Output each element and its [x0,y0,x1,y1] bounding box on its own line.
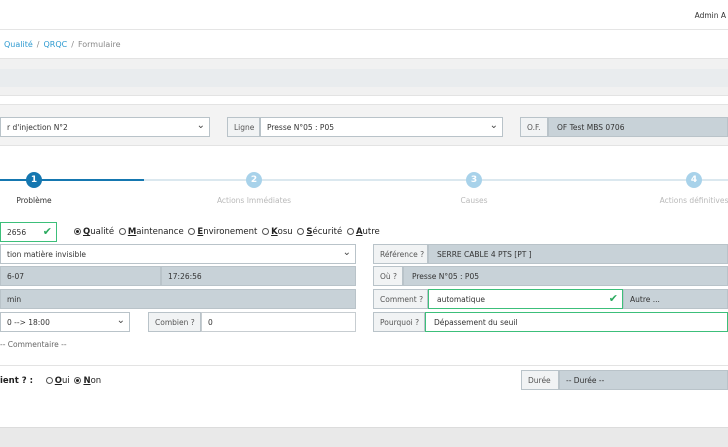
breadcrumb-link-qualite[interactable]: Qualité [4,40,33,49]
comment-select[interactable]: automatique ✔ [428,289,623,309]
duree-label: Durée [521,370,559,390]
step-4-label: Actions définitives [659,196,728,205]
chevron-down-icon: ⌄ [196,120,205,131]
time-field: 17:26:56 [161,266,356,286]
question-row: ient ? : Oui Non [0,376,103,386]
code-field[interactable]: 2656 ✔ [0,222,57,242]
pourquoi-label: Pourquoi ? [373,312,425,332]
radio-dot-icon [74,228,81,235]
check-icon: ✔ [608,292,618,305]
radio-dot-icon [346,228,354,235]
toolbar-band [0,58,728,96]
range-select-value: 0 --> 18:00 [7,318,50,327]
step-2-circle[interactable]: 2 [246,172,262,188]
range-select[interactable]: 0 --> 18:00 ⌄ [0,312,130,332]
ligne-select-value: Presse N°05 : P05 [267,123,335,132]
radio-securite[interactable]: Sécurité [297,227,342,237]
step-1-circle[interactable]: 1 [26,172,42,188]
category-radio-group: Qualité Maintenance Environement Kosu Sé… [74,227,382,237]
combien-input[interactable]: 0 [201,312,356,332]
toolbar-band-inner [0,69,728,87]
divider [0,365,728,366]
radio-dot-icon [74,377,82,384]
breadcrumb: Qualité / QRQC / Formulaire [4,40,121,49]
radio-dot-icon [188,228,196,235]
ligne-select[interactable]: Presse N°05 : P05 ⌄ [260,117,503,137]
machine-select-value: r d'injection N°2 [7,123,68,132]
date-field: 6-07 [0,266,161,286]
of-value: OF Test MBS 0706 [548,117,728,137]
radio-dot-icon [118,228,126,235]
step-3-circle[interactable]: 3 [466,172,482,188]
radio-autre[interactable]: Autre [346,227,380,237]
radio-oui[interactable]: Oui [45,376,70,386]
breadcrumb-separator: / [71,40,74,49]
machine-select[interactable]: r d'injection N°2 ⌄ [0,117,210,137]
step-4-circle[interactable]: 4 [686,172,702,188]
radio-non[interactable]: Non [74,376,101,386]
ou-value: Presse N°05 : P05 [403,266,728,286]
radio-dot-icon [297,228,305,235]
reference-label: Référence ? [373,244,428,264]
footer-bar [0,427,728,447]
chevron-down-icon: ⌄ [116,315,125,326]
radio-dot-icon [262,228,270,235]
of-label: O.F. [520,117,548,137]
commentaire-field[interactable]: -- Commentaire -- [0,340,67,349]
radio-kosu[interactable]: Kosu [262,227,293,237]
radio-maintenance[interactable]: Maintenance [118,227,184,237]
duree-select[interactable]: -- Durée -- [559,370,728,390]
step-3-label: Causes [460,196,488,205]
breadcrumb-separator: / [36,40,40,49]
breadcrumb-current: Formulaire [77,40,121,49]
top-bar: Admin A [0,0,728,30]
defect-select-value: tion matière invisible [7,250,87,259]
comment-select-value: automatique [437,295,485,304]
step-track [144,179,728,181]
step-track-active [0,179,144,181]
defect-select[interactable]: tion matière invisible ⌄ [0,244,356,264]
radio-qualite[interactable]: Qualité [74,227,114,237]
user-field: min [0,289,356,309]
ligne-label: Ligne [227,117,260,137]
autre-field[interactable]: Autre ... [623,289,728,309]
user-menu[interactable]: Admin A [695,11,726,20]
reference-value: SERRE CABLE 4 PTS [PT ] [428,244,728,264]
chevron-down-icon: ⌄ [489,120,498,131]
selector-row: r d'injection N°2 ⌄ Ligne Presse N°05 : … [0,104,728,146]
check-icon: ✔ [42,225,52,238]
step-1-label: Problème [16,196,52,205]
combien-label: Combien ? [148,312,201,332]
question-label: ient ? : [0,376,34,386]
breadcrumb-link-qrqc[interactable]: QRQC [43,40,67,49]
code-field-value: 2656 [7,228,27,237]
ou-label: Où ? [373,266,403,286]
radio-environement[interactable]: Environement [188,227,257,237]
step-2-label: Actions Immédiates [216,196,292,205]
chevron-down-icon: ⌄ [342,247,351,258]
pourquoi-field[interactable]: Dépassement du seuil [425,312,728,332]
comment-label: Comment ? [373,289,428,309]
radio-dot-icon [45,377,53,384]
